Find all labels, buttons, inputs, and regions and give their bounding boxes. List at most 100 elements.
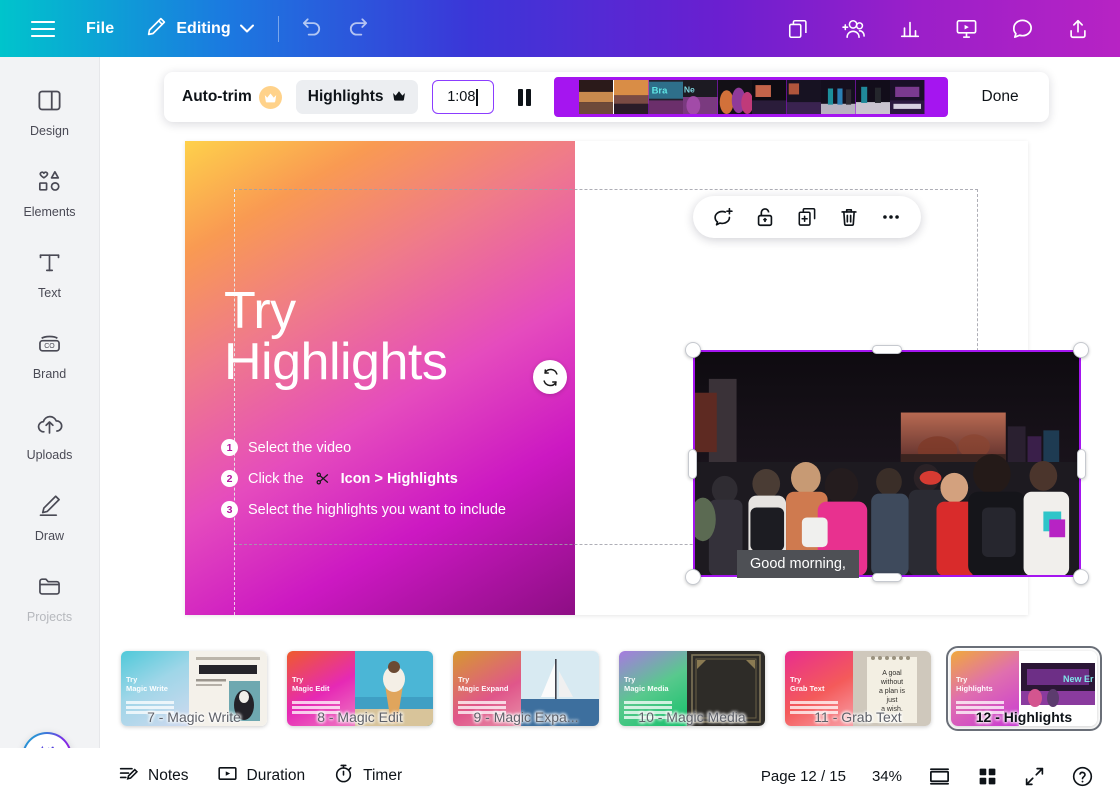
filmstrip-frame[interactable] <box>614 80 649 114</box>
thumb-label: 11 - Grab Text <box>814 709 902 725</box>
delete-icon[interactable] <box>838 206 860 228</box>
zoom-level[interactable]: 34% <box>872 768 902 785</box>
resize-handle-right[interactable] <box>1077 448 1086 479</box>
add-comment-icon[interactable] <box>712 206 734 228</box>
resize-handle-bottom-left[interactable] <box>685 569 701 585</box>
svg-text:New Er: New Er <box>1063 674 1094 684</box>
notes-label: Notes <box>148 767 189 784</box>
thumb-label: 9 - Magic Expa... <box>473 709 579 725</box>
trim-time-input[interactable]: 1:08 <box>431 80 494 114</box>
present-icon[interactable] <box>952 15 980 43</box>
filmstrip-frame[interactable] <box>556 80 579 114</box>
filmstrip-frame[interactable] <box>717 80 754 114</box>
resize-handle-bottom-right[interactable] <box>1073 569 1089 585</box>
duplicate-icon[interactable] <box>796 206 818 228</box>
projects-icon <box>36 569 63 603</box>
filmstrip-frame[interactable] <box>890 80 925 114</box>
step-text: Select the video <box>248 439 352 456</box>
analytics-icon[interactable] <box>896 15 924 43</box>
duration-button[interactable]: Duration <box>217 763 305 789</box>
sidebar-item-text[interactable]: Text <box>0 245 100 300</box>
thumb-label: 7 - Magic Write <box>147 709 241 725</box>
thumbnail-page-9[interactable]: Try Magic Expand 9 - Magic Expa... <box>453 651 599 726</box>
help-icon[interactable] <box>1071 765 1094 788</box>
resize-handle-top[interactable] <box>872 345 902 354</box>
auto-trim-label: Auto-trim <box>182 88 252 105</box>
rotate-icon[interactable] <box>533 360 567 394</box>
thumbnail-page-8[interactable]: Try Magic Edit 8 - Magic Edit <box>287 651 433 726</box>
trim-time-value: 1:08 <box>447 89 476 105</box>
undo-icon[interactable] <box>301 16 324 41</box>
sidebar-item-brand[interactable]: CO Brand <box>0 326 100 381</box>
redo-icon[interactable] <box>346 16 369 41</box>
sidebar-label-draw: Draw <box>34 529 65 543</box>
slide-title[interactable]: Try Highlights <box>224 282 448 388</box>
filmstrip-frame[interactable]: Ne <box>683 80 718 114</box>
highlights-chip[interactable]: Highlights <box>295 80 418 114</box>
thumb-label: 10 - Magic Media <box>638 709 746 725</box>
resize-handle-bottom[interactable] <box>872 573 902 582</box>
single-page-icon[interactable] <box>928 765 951 788</box>
notes-button[interactable]: Notes <box>118 763 189 789</box>
more-options-icon[interactable] <box>880 206 902 228</box>
hamburger-icon[interactable] <box>26 12 60 46</box>
filmstrip-frame[interactable] <box>786 80 822 114</box>
slide-step-1: 1 Select the video <box>221 439 506 456</box>
done-button[interactable]: Done <box>961 78 1039 116</box>
pencil-icon <box>146 16 167 42</box>
duration-icon <box>217 763 238 789</box>
thumbnail-page-11[interactable]: Try Grab Text A goal without a plan is just a… <box>785 651 931 726</box>
element-float-toolbar <box>693 196 921 238</box>
page-thumbnails: Try Magic Write 7 - Magic Write Try Magic … <box>100 637 1120 740</box>
grid-view-icon[interactable] <box>977 766 998 787</box>
selected-video-element[interactable] <box>685 342 1089 585</box>
filmstrip-frame[interactable] <box>752 80 787 114</box>
pause-icon[interactable] <box>510 80 540 114</box>
scissors-icon <box>315 471 330 486</box>
video-filmstrip[interactable]: Bra Ne <box>553 77 948 117</box>
step-number: 2 <box>221 470 238 487</box>
sidebar-item-projects[interactable]: Projects <box>0 569 100 624</box>
video-frame <box>693 350 1081 577</box>
timer-button[interactable]: Timer <box>333 763 402 789</box>
sidebar-item-design[interactable]: Design <box>0 83 100 138</box>
filmstrip-frame[interactable] <box>578 80 613 114</box>
thumb-title: Try Magic Write <box>126 675 168 693</box>
resize-handle-top-right[interactable] <box>1073 342 1089 358</box>
step-number: 3 <box>221 501 238 518</box>
editing-mode-selector[interactable]: Editing <box>146 16 254 42</box>
page-indicator: Page 12 / 15 <box>760 767 846 785</box>
duplicate-page-icon[interactable] <box>784 15 812 43</box>
auto-trim-button[interactable]: Auto-trim <box>182 85 282 109</box>
sidebar-item-draw[interactable]: Draw <box>0 488 100 543</box>
thumbnail-page-12[interactable]: Try Highlights New Er 12 - Highlights <box>946 646 1102 731</box>
slide-steps-list: 1 Select the video 2 Click the Icon > Hi… <box>221 439 506 518</box>
sidebar-label-projects: Projects <box>26 610 73 624</box>
filmstrip-frame[interactable] <box>855 80 891 114</box>
done-label: Done <box>981 88 1019 105</box>
share-icon[interactable] <box>1064 15 1092 43</box>
fullscreen-icon[interactable] <box>1024 766 1045 787</box>
highlights-label: Highlights <box>307 88 384 105</box>
resize-handle-left[interactable] <box>688 448 697 479</box>
sidebar-label-design: Design <box>30 124 69 138</box>
step-number: 1 <box>221 439 238 456</box>
thumbnail-page-7[interactable]: Try Magic Write 7 - Magic Write <box>121 651 267 726</box>
filmstrip-frame[interactable] <box>924 80 945 114</box>
comment-icon[interactable] <box>1008 15 1036 43</box>
resize-handle-top-left[interactable] <box>685 342 701 358</box>
file-menu-button[interactable]: File <box>86 20 114 38</box>
thumb-label: 8 - Magic Edit <box>317 709 403 725</box>
filmstrip-frame[interactable]: Bra <box>648 80 684 114</box>
slide-title-line1: Try <box>224 282 296 340</box>
add-collaborator-icon[interactable] <box>840 15 868 43</box>
svg-text:just: just <box>886 697 898 704</box>
filmstrip-frame[interactable] <box>821 80 856 114</box>
sidebar-item-elements[interactable]: Elements <box>0 164 100 219</box>
svg-text:Bra: Bra <box>652 85 669 96</box>
sidebar-item-uploads[interactable]: Uploads <box>0 407 100 462</box>
thumbnail-page-10[interactable]: Try Magic Media 10 - Magic Media <box>619 651 765 726</box>
slide-guide-line <box>234 189 235 615</box>
status-left-group: Notes Duration Timer <box>118 763 402 789</box>
unlock-icon[interactable] <box>754 206 776 228</box>
